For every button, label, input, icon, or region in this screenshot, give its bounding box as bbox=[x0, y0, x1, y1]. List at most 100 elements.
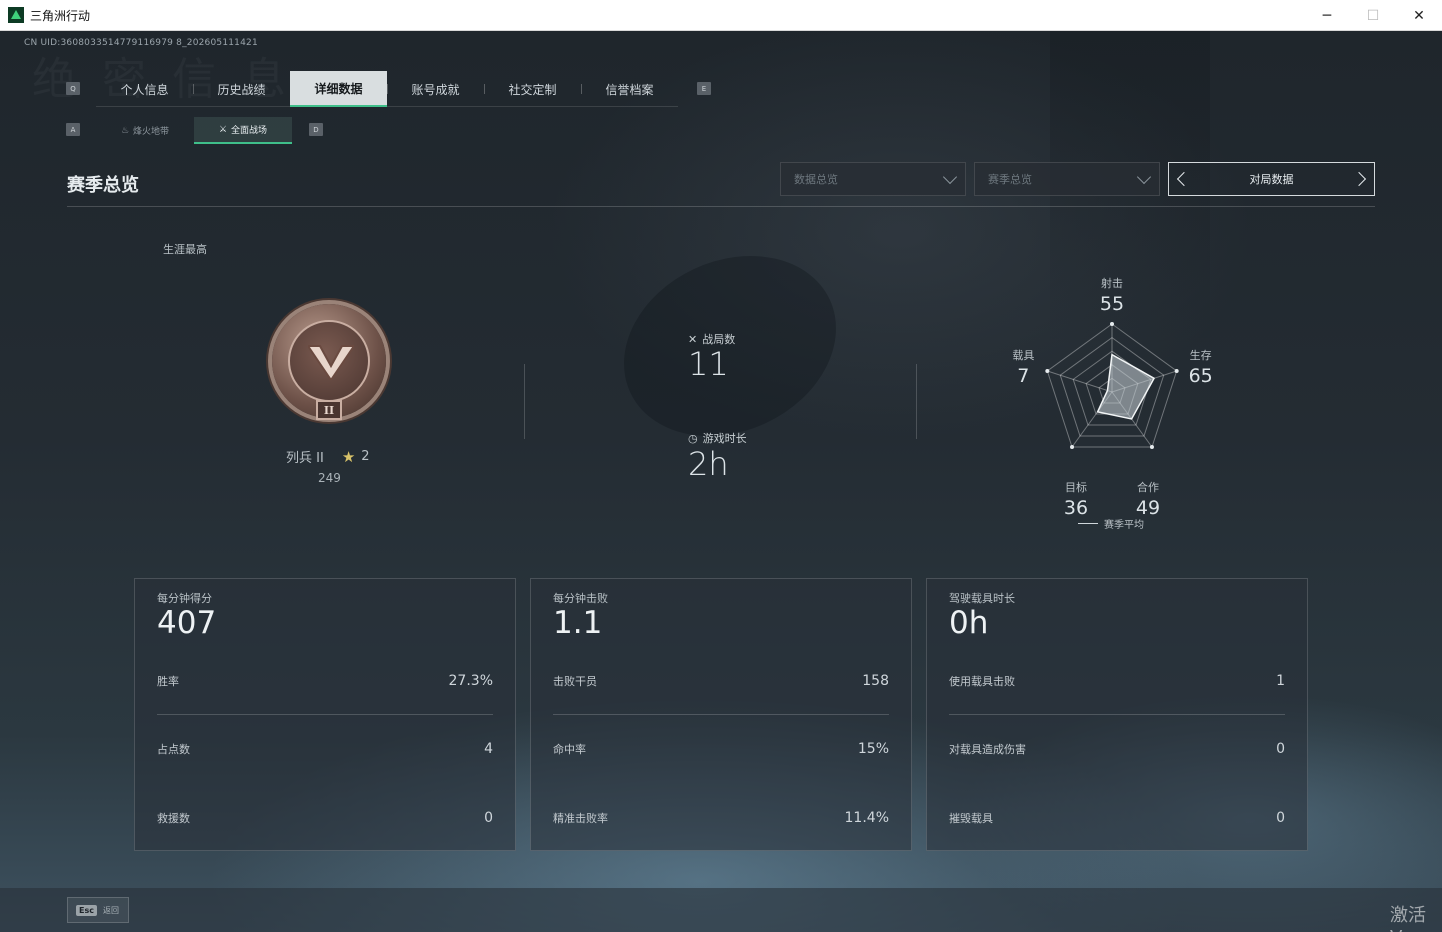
career-best-label: 生涯最高 bbox=[163, 243, 207, 256]
section-divider bbox=[67, 206, 1375, 207]
chevron-right-icon[interactable] bbox=[1351, 171, 1367, 187]
tab-social-custom[interactable]: 社交定制 bbox=[484, 71, 581, 107]
key-hint-next-tab[interactable]: E bbox=[697, 82, 711, 95]
crossed-swords-icon: ✕ bbox=[688, 332, 698, 346]
card-row: 对载具造成伤害 0 bbox=[949, 741, 1285, 759]
tab-detailed-data[interactable]: 详细数据 bbox=[290, 71, 387, 107]
row-label: 命中率 bbox=[553, 743, 586, 756]
radar-axis-value: 55 bbox=[1099, 293, 1125, 315]
season-dropdown[interactable]: 赛季总览 bbox=[974, 162, 1160, 196]
playtime-value: 2h bbox=[688, 445, 729, 483]
dropdown-placeholder: 数据总览 bbox=[794, 173, 838, 186]
radar-axis-value: 7 bbox=[1017, 364, 1030, 387]
tab-reputation[interactable]: 信誉档案 bbox=[581, 71, 678, 107]
window-titlebar: 三角洲行动 ─ ☐ ✕ bbox=[0, 0, 1442, 31]
row-label: 对载具造成伤害 bbox=[949, 743, 1026, 756]
key-hint-prev-subtab[interactable]: A bbox=[66, 123, 80, 136]
rank-numeral: II bbox=[316, 400, 342, 420]
chevron-down-icon bbox=[942, 169, 958, 185]
row-label: 使用载具击败 bbox=[949, 675, 1015, 688]
subtab-label: 烽火地带 bbox=[133, 127, 170, 137]
card-title: 每分钟得分 bbox=[157, 592, 212, 605]
radar-axis-label: 生存 bbox=[1189, 348, 1212, 362]
row-label: 精准击败率 bbox=[553, 812, 608, 825]
flame-icon: ♨ bbox=[120, 125, 130, 136]
dropdown-placeholder: 赛季总览 bbox=[988, 173, 1032, 186]
tab-personal-info[interactable]: 个人信息 bbox=[96, 71, 193, 107]
pager-label: 对局数据 bbox=[1249, 173, 1294, 186]
rank-score: 249 bbox=[318, 471, 341, 485]
radar-axis-dot bbox=[1174, 368, 1179, 373]
tab-achievements[interactable]: 账号成就 bbox=[387, 71, 484, 107]
radar-axis-label: 射击 bbox=[1101, 277, 1123, 290]
clock-icon: ◷ bbox=[688, 431, 698, 445]
rank-name: 列兵 II bbox=[286, 451, 324, 466]
card-title: 每分钟击败 bbox=[553, 592, 608, 605]
row-value: 158 bbox=[862, 673, 889, 689]
radar-value-polygon bbox=[1096, 353, 1156, 420]
row-value: 0 bbox=[1276, 741, 1285, 757]
key-hint-prev-tab[interactable]: Q bbox=[66, 82, 80, 95]
chevron-left-icon[interactable] bbox=[1176, 171, 1192, 187]
legend-line bbox=[1078, 523, 1098, 524]
main-tabs: 个人信息 历史战绩 详细数据 账号成就 社交定制 信誉档案 bbox=[96, 71, 678, 107]
star-icon: ★ bbox=[341, 447, 356, 466]
stat-card-vehicle: 驾驶载具时长 0h 使用载具击败 1 对载具造成伤害 0 摧毁载具 0 bbox=[926, 578, 1308, 851]
row-label: 击败干员 bbox=[553, 675, 597, 688]
esc-key: Esc bbox=[76, 904, 97, 916]
subtab-label: 全面战场 bbox=[231, 126, 268, 136]
legend-label: 赛季平均 bbox=[1104, 520, 1144, 531]
subtab-warfare[interactable]: ⚔ 全面战场 bbox=[194, 117, 292, 144]
row-value: 0 bbox=[1276, 810, 1285, 826]
maximize-button[interactable]: ☐ bbox=[1350, 0, 1396, 31]
row-label: 胜率 bbox=[157, 675, 179, 688]
back-button[interactable]: Esc 返回 bbox=[67, 897, 129, 923]
match-data-pager: 对局数据 bbox=[1168, 162, 1375, 196]
tab-match-history[interactable]: 历史战绩 bbox=[193, 71, 290, 107]
card-row: 救援数 0 bbox=[157, 810, 493, 828]
section-title: 赛季总览 bbox=[67, 175, 139, 196]
rank-info: 列兵 II ★ 2 bbox=[286, 447, 370, 467]
game-viewport: 绝 密 信 息 CN UID:3608033514779116979 8_202… bbox=[0, 31, 1442, 932]
window-title: 三角洲行动 bbox=[30, 8, 91, 23]
radar-axis-dot bbox=[1070, 445, 1075, 450]
card-row: 摧毁载具 0 bbox=[949, 810, 1285, 828]
divider bbox=[916, 364, 917, 439]
window-controls: ─ ☐ ✕ bbox=[1304, 0, 1442, 31]
playtime-label: ◷ 游戏时长 bbox=[688, 430, 747, 446]
radar-axis-dot bbox=[1149, 445, 1154, 450]
row-value: 15% bbox=[857, 741, 889, 757]
card-row: 击败干员 158 bbox=[553, 673, 889, 691]
minimize-button[interactable]: ─ bbox=[1304, 0, 1350, 31]
divider bbox=[524, 364, 525, 439]
battlefield-icon: ⚔ bbox=[218, 124, 228, 135]
close-button[interactable]: ✕ bbox=[1396, 0, 1442, 31]
radar-axis-label: 目标 bbox=[1065, 481, 1088, 494]
subtab-operations[interactable]: ♨ 烽火地带 bbox=[96, 117, 194, 144]
rank-stars: 2 bbox=[361, 449, 370, 464]
card-row: 使用载具击败 1 bbox=[949, 673, 1285, 691]
row-value: 0 bbox=[484, 810, 493, 826]
radar-chart bbox=[1045, 322, 1179, 450]
radar-axis-label: 载具 bbox=[1012, 348, 1035, 362]
card-divider bbox=[949, 714, 1285, 715]
row-value: 27.3% bbox=[448, 673, 493, 689]
footer-bar: Esc 返回 bbox=[0, 888, 1442, 932]
key-hint-next-subtab[interactable]: D bbox=[309, 123, 323, 136]
row-value: 4 bbox=[484, 741, 493, 757]
activate-windows-text: 激活 V bbox=[1390, 905, 1426, 932]
radar-axis-label: 合作 bbox=[1136, 481, 1159, 494]
player-uid: CN UID:3608033514779116979 8_20260511142… bbox=[24, 38, 258, 48]
card-divider bbox=[157, 714, 493, 715]
chevron-rank-icon bbox=[308, 345, 354, 380]
radar-axis-dot bbox=[1110, 322, 1114, 326]
card-title: 驾驶载具时长 bbox=[949, 592, 1015, 605]
card-row: 命中率 15% bbox=[553, 741, 889, 759]
matches-value: 11 bbox=[688, 345, 729, 383]
stat-card-score: 每分钟得分 407 胜率 27.3% 占点数 4 救援数 0 bbox=[134, 578, 516, 851]
card-value: 407 bbox=[157, 605, 217, 641]
rank-badge-inner bbox=[288, 320, 370, 402]
chevron-down-icon bbox=[1136, 169, 1152, 185]
row-label: 摧毁载具 bbox=[949, 812, 993, 825]
data-type-dropdown[interactable]: 数据总览 bbox=[780, 162, 966, 196]
